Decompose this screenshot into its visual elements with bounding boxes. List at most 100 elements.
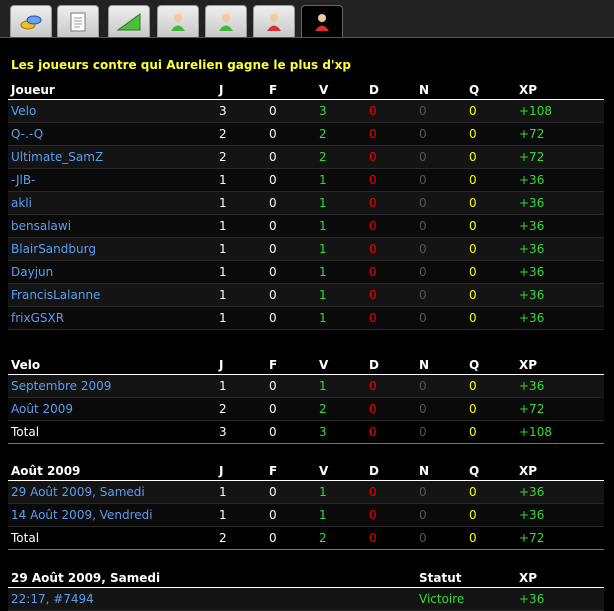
velo-month-link[interactable]: Août 2009 [8, 397, 216, 421]
player-cell: 0 [366, 168, 416, 192]
month-day-link[interactable]: 29 Août 2009, Samedi [8, 480, 216, 504]
game-cell: +36 [516, 587, 604, 611]
player-cell: 0 [416, 145, 466, 169]
tab-document[interactable] [57, 5, 99, 37]
player-link[interactable]: Ultimate_SamZ [8, 145, 216, 169]
document-icon [70, 12, 86, 31]
velo-month-link[interactable]: Septembre 2009 [8, 374, 216, 398]
player-cell: 0 [366, 191, 416, 215]
velo-month-cell: 0 [366, 374, 416, 398]
player-link[interactable]: akli [8, 191, 216, 215]
velo-month-total-cell: 0 [416, 420, 466, 444]
player-link[interactable]: Dayjun [8, 260, 216, 284]
player-cell: 2 [316, 122, 366, 146]
player-cell: 1 [216, 306, 266, 330]
player-cell: +72 [516, 122, 604, 146]
tab-user-red-active[interactable] [301, 5, 343, 37]
velo-month-total-cell: 3 [316, 420, 366, 444]
player-row: Velo 3 0 3 0 0 0 +108 [8, 99, 604, 123]
velo-month-header-7: XP [516, 355, 604, 375]
player-cell: 0 [366, 122, 416, 146]
player-cell: 0 [366, 99, 416, 123]
velo-month-cell: +72 [516, 397, 604, 421]
user-green2-icon [219, 13, 233, 31]
velo-month-cell: 0 [466, 374, 516, 398]
player-header-1: J [216, 80, 266, 100]
day-header-2: XP [516, 568, 604, 588]
tab-coins[interactable] [10, 5, 52, 37]
month-day-cell: 0 [416, 503, 466, 527]
month-day-total-cell: 0 [466, 526, 516, 550]
velo-month-cell: +36 [516, 374, 604, 398]
player-link[interactable]: Q-.-Q [8, 122, 216, 146]
player-link[interactable]: bensalawi [8, 214, 216, 238]
chart-icon [116, 12, 141, 30]
player-cell: 3 [316, 99, 366, 123]
player-row: BlairSandburg 1 0 1 0 0 0 +36 [8, 237, 604, 261]
velo-month-row: Septembre 2009 1 0 1 0 0 0 +36 [8, 374, 604, 398]
player-cell: 2 [316, 145, 366, 169]
player-cell: 0 [266, 191, 316, 215]
velo-month-cell: 2 [216, 397, 266, 421]
month-day-header-7: XP [516, 461, 604, 481]
player-cell: 0 [466, 306, 516, 330]
velo-month-total-cell: +108 [516, 420, 604, 444]
player-cell: 1 [316, 306, 366, 330]
player-cell: 0 [416, 191, 466, 215]
game-link[interactable]: 22:17, #7494 [8, 587, 416, 611]
month-day-header-6: Q [466, 461, 516, 481]
velo-month-header-0: Velo [8, 355, 216, 375]
player-cell: 0 [416, 260, 466, 284]
velo-month-cell: 2 [316, 397, 366, 421]
tab-user-green-2[interactable] [205, 5, 247, 37]
player-cell: 0 [466, 145, 516, 169]
velo-month-header-1: J [216, 355, 266, 375]
player-cell: 0 [366, 214, 416, 238]
player-cell: 0 [366, 237, 416, 261]
month-day-cell: 0 [366, 480, 416, 504]
player-cell: 2 [216, 145, 266, 169]
player-header-5: N [416, 80, 466, 100]
player-row: Ultimate_SamZ 2 0 2 0 0 0 +72 [8, 145, 604, 169]
tab-bar [0, 0, 614, 38]
player-cell: 1 [216, 214, 266, 238]
month-day-total-cell: 2 [316, 526, 366, 550]
player-cell: 0 [466, 122, 516, 146]
month-day-header-0: Août 2009 [8, 461, 216, 481]
tab-user-green[interactable] [157, 5, 199, 37]
player-cell: 0 [416, 283, 466, 307]
player-cell: 0 [416, 99, 466, 123]
player-row: -JlB- 1 0 1 0 0 0 +36 [8, 168, 604, 192]
player-cell: 0 [366, 306, 416, 330]
month-day-cell: 1 [316, 503, 366, 527]
month-day-link[interactable]: 14 Août 2009, Vendredi [8, 503, 216, 527]
player-link[interactable]: BlairSandburg [8, 237, 216, 261]
player-row: akli 1 0 1 0 0 0 +36 [8, 191, 604, 215]
velo-month-total-cell: 0 [366, 420, 416, 444]
player-cell: 0 [466, 283, 516, 307]
player-cell: +36 [516, 214, 604, 238]
player-link[interactable]: -JlB- [8, 168, 216, 192]
tab-chart[interactable] [108, 5, 150, 37]
player-cell: +36 [516, 306, 604, 330]
month-day-cell: 0 [466, 503, 516, 527]
player-cell: 1 [316, 191, 366, 215]
player-header-4: D [366, 80, 416, 100]
day-games-table: 29 Août 2009, Samedi Statut XP 22:17, #7494… [8, 568, 604, 611]
month-day-cell: 0 [266, 480, 316, 504]
player-link[interactable]: FrancisLalanne [8, 283, 216, 307]
player-link[interactable]: Velo [8, 99, 216, 123]
user-green-icon [171, 13, 185, 31]
player-cell: 0 [366, 145, 416, 169]
velo-month-header-4: D [366, 355, 416, 375]
player-cell: +108 [516, 99, 604, 123]
player-cell: 0 [416, 306, 466, 330]
velo-month-header-3: V [316, 355, 366, 375]
player-cell: 1 [316, 283, 366, 307]
player-cell: 0 [266, 283, 316, 307]
player-link[interactable]: frixGSXR [8, 306, 216, 330]
player-cell: 0 [266, 99, 316, 123]
player-cell: 2 [216, 122, 266, 146]
game-row: 22:17, #7494 Victoire +36 [8, 587, 604, 611]
tab-user-red[interactable] [253, 5, 295, 37]
